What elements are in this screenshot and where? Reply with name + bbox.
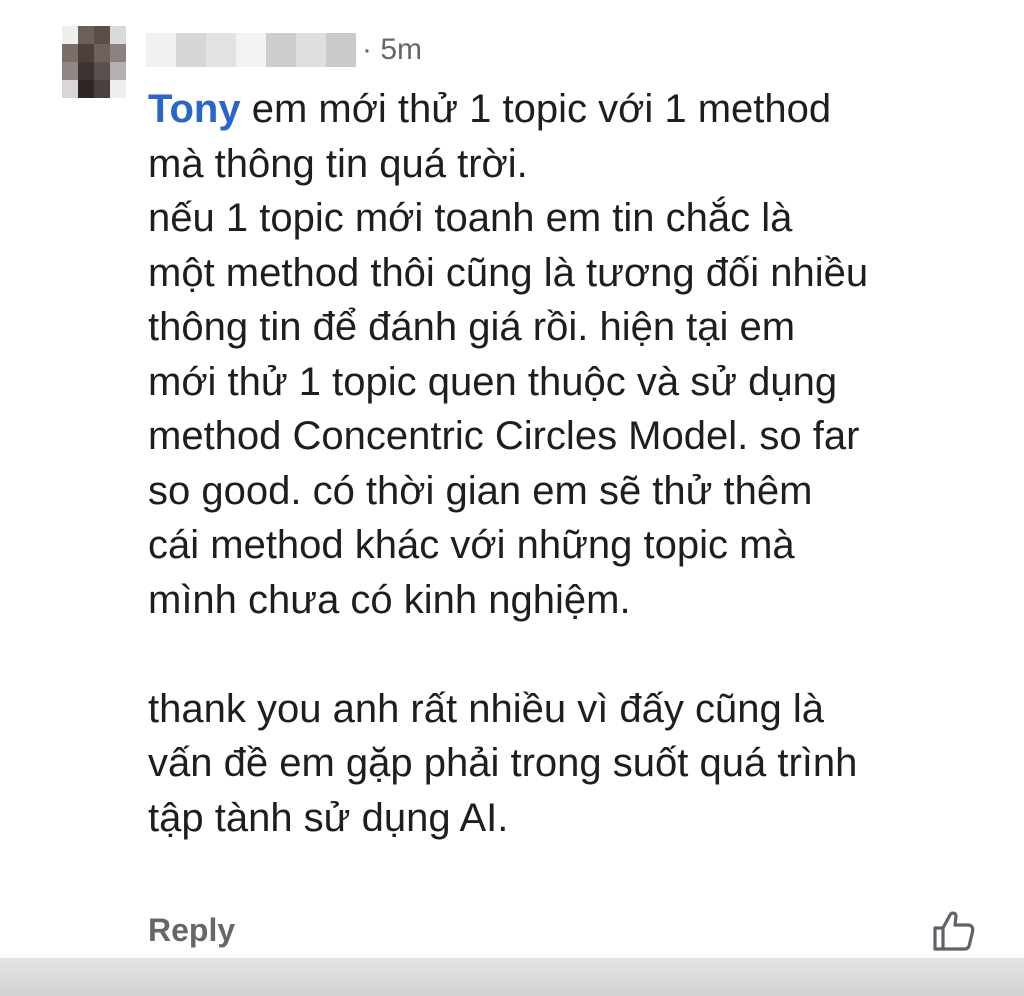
comment-line: thông tin để đánh giá rồi. hiện tại em xyxy=(148,305,796,349)
comment-line: một method thôi cũng là tương đối nhiều xyxy=(148,250,869,295)
author-name-blurred[interactable] xyxy=(146,33,356,67)
comment-line: vấn đề em gặp phải trong suốt quá trình xyxy=(148,741,858,785)
comment-line: thank you anh rất nhiều vì đấy cũng là xyxy=(148,686,825,731)
reply-button[interactable]: Reply xyxy=(148,908,235,952)
comment-line: mà thông tin quá trời. xyxy=(148,141,528,186)
bottom-bar xyxy=(0,958,1024,996)
comment: · 5m Tony em mới thử 1 topic với 1 metho… xyxy=(0,0,1024,960)
mention-link[interactable]: Tony xyxy=(148,87,241,131)
thumbs-up-icon xyxy=(933,911,975,951)
comment-line: tập tành sử dụng AI. xyxy=(148,795,509,840)
comment-line-text: em mới thử 1 topic với 1 method xyxy=(240,87,832,131)
comment-line: mới thử 1 topic quen thuộc và sử dụng xyxy=(148,359,838,404)
comment-body: Tony em mới thử 1 topic với 1 method mà … xyxy=(148,82,1008,845)
comment-line: method Concentric Circles Model. so far xyxy=(148,414,860,458)
comment-line: nếu 1 topic mới toanh em tin chắc là xyxy=(148,196,793,240)
comment-line: mình chưa có kinh nghiệm. xyxy=(148,577,631,622)
comment-line: Tony em mới thử 1 topic với 1 method xyxy=(148,82,1008,137)
comment-line: cái method khác với những topic mà xyxy=(148,523,795,567)
like-button[interactable] xyxy=(930,906,978,954)
comment-timestamp[interactable]: · 5m xyxy=(362,30,422,70)
comment-line: so good. có thời gian em sẽ thử thêm xyxy=(148,468,813,513)
avatar[interactable] xyxy=(62,26,126,98)
